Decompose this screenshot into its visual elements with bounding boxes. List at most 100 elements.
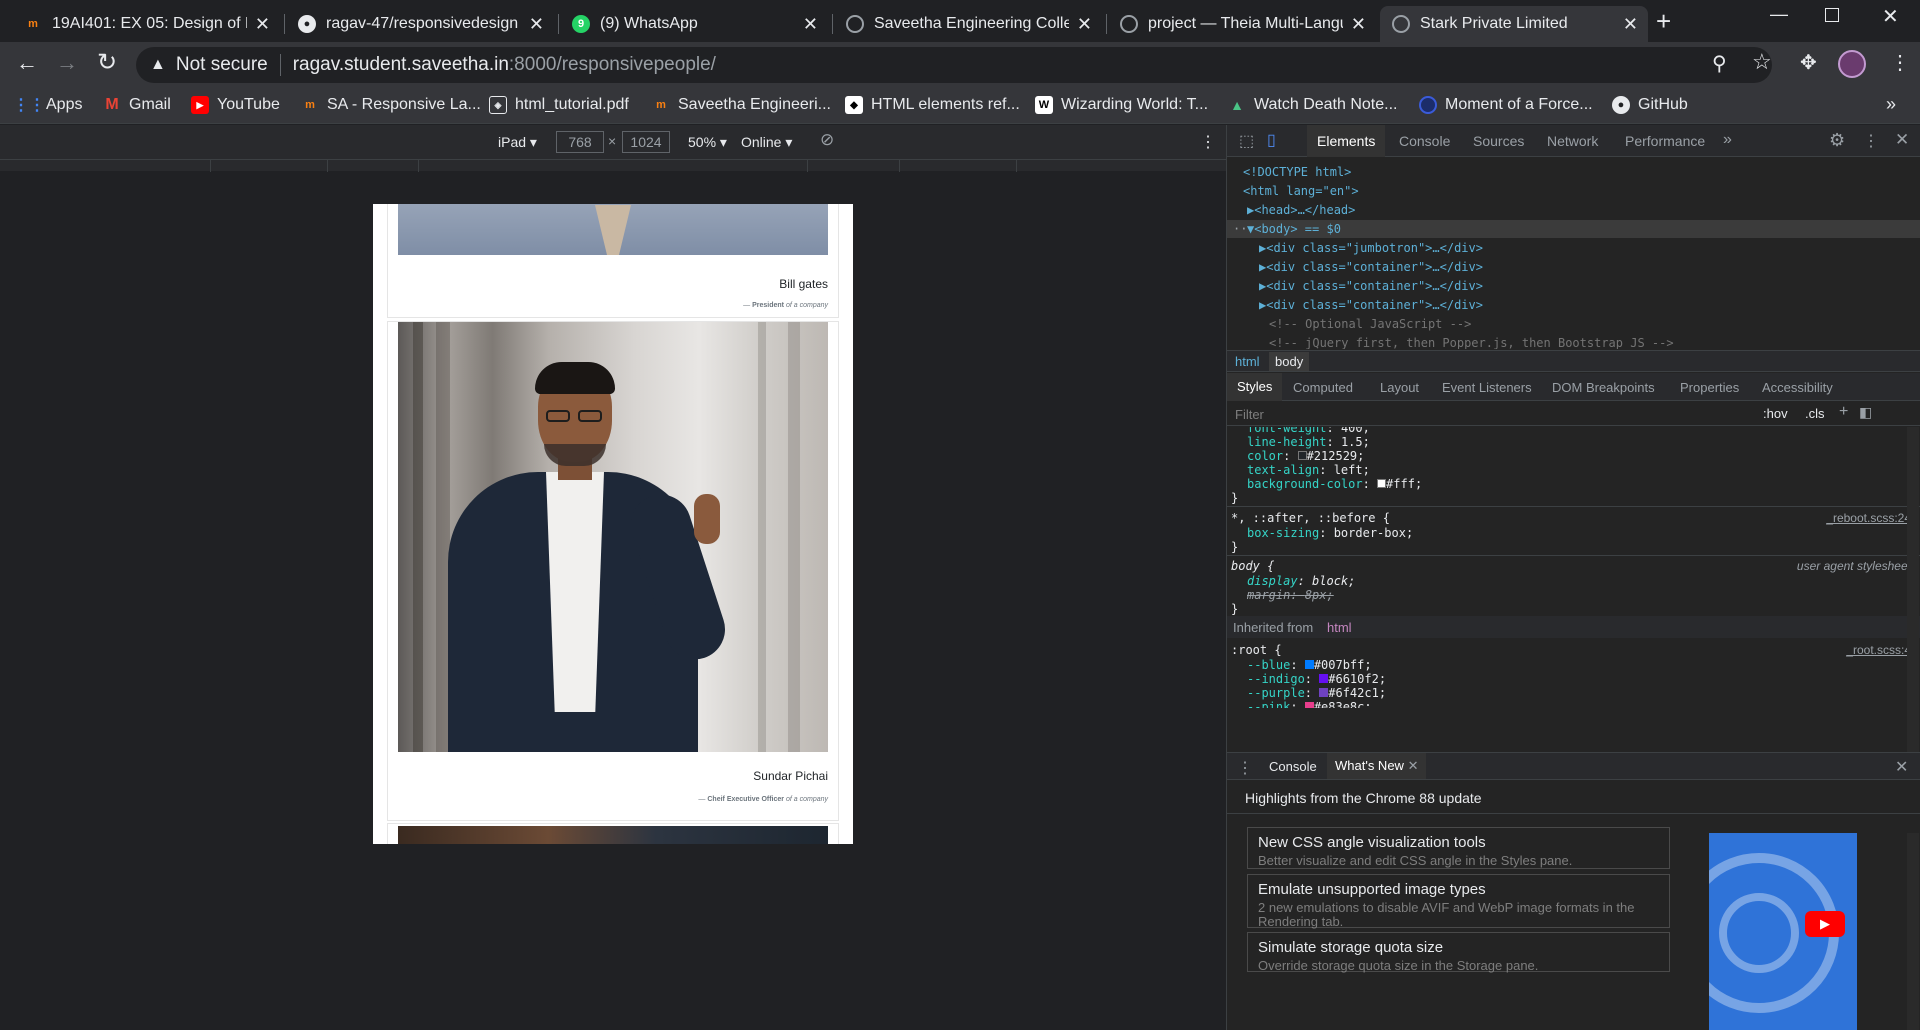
tab-performance[interactable]: Performance: [1615, 125, 1715, 157]
color-swatch[interactable]: [1304, 702, 1314, 708]
bookmark-html-elements[interactable]: ◆ HTML elements ref...: [845, 96, 1020, 114]
cls-toggle[interactable]: .cls: [1805, 406, 1825, 421]
styles-filter-input[interactable]: Filter: [1235, 407, 1264, 422]
settings-gear-icon[interactable]: ⚙: [1829, 130, 1845, 151]
youtube-play-icon[interactable]: ▶: [1805, 911, 1845, 937]
bookmark-html-tutorial[interactable]: ◈ html_tutorial.pdf: [489, 96, 629, 114]
color-swatch[interactable]: [1377, 479, 1387, 488]
bookmark-youtube[interactable]: ▶ YouTube: [191, 96, 280, 114]
tab-console[interactable]: Console: [1389, 125, 1460, 157]
device-more-icon[interactable]: ⋮: [1200, 132, 1216, 152]
dom-line-comment[interactable]: <!-- Optional JavaScript -->: [1269, 317, 1471, 331]
forward-arrow-icon[interactable]: →: [56, 50, 78, 76]
tab-network[interactable]: Network: [1537, 125, 1608, 157]
new-tab-button[interactable]: +: [1656, 6, 1671, 36]
bookmark-moment-of-force[interactable]: Moment of a Force...: [1419, 96, 1593, 114]
window-close-button[interactable]: ✕: [1882, 4, 1899, 29]
style-prop-line[interactable]: box-sizing: border-box;: [1247, 526, 1413, 540]
rule-selector[interactable]: *, ::after, ::before {: [1231, 511, 1390, 525]
dom-line-comment[interactable]: <!-- jQuery first, then Popper.js, then …: [1269, 336, 1674, 349]
devtools-close-icon[interactable]: ✕: [1895, 130, 1909, 150]
close-icon[interactable]: ✕: [255, 14, 270, 35]
dom-line-container[interactable]: ▶<div class="container">…</div>: [1259, 260, 1483, 274]
style-prop-line[interactable]: color: #212529;: [1247, 449, 1364, 463]
news-item[interactable]: Emulate unsupported image types 2 new em…: [1247, 874, 1670, 929]
dom-line-container[interactable]: ▶<div class="container">…</div>: [1259, 298, 1483, 312]
more-tabs-icon[interactable]: »: [1723, 131, 1732, 149]
dom-line-container[interactable]: ▶<div class="container">…</div>: [1259, 279, 1483, 293]
tab-saveetha[interactable]: Saveetha Engineering Colleg ✕: [834, 6, 1102, 42]
chrome-menu-icon[interactable]: ⋮: [1890, 50, 1910, 75]
rotate-icon[interactable]: ⊘: [820, 130, 834, 150]
add-rule-icon[interactable]: +: [1839, 403, 1848, 421]
extensions-puzzle-icon[interactable]: ✥: [1800, 50, 1817, 75]
zoom-icon[interactable]: ⚲: [1712, 51, 1727, 76]
restore-button[interactable]: [1825, 8, 1839, 22]
bookmark-wizarding[interactable]: W Wizarding World: T...: [1035, 96, 1208, 114]
tab-dom-breakpoints[interactable]: DOM Breakpoints: [1552, 380, 1655, 395]
url-host[interactable]: ragav.student.saveetha.in: [293, 54, 509, 76]
style-prop-line[interactable]: --purple: #6f42c1;: [1247, 686, 1386, 700]
bookmark-sa-responsive[interactable]: m SA - Responsive La...: [301, 96, 481, 114]
drawer-scrollbar[interactable]: [1907, 833, 1919, 1030]
style-prop-line[interactable]: --indigo: #6610f2;: [1247, 672, 1386, 686]
tab-moodle[interactable]: m 19AI401: EX 05: Design of Re ✕: [12, 6, 280, 42]
style-prop-line[interactable]: line-height: 1.5;: [1247, 435, 1370, 449]
address-bar[interactable]: ▲ Not secure ragav.student.saveetha.in :…: [136, 47, 1772, 83]
tab-event-listeners[interactable]: Event Listeners: [1442, 380, 1532, 395]
rule-source-link[interactable]: _reboot.scss:24: [1826, 511, 1911, 525]
avatar[interactable]: [1838, 50, 1866, 78]
color-swatch[interactable]: [1319, 674, 1329, 683]
media-query-bar[interactable]: [0, 159, 1226, 172]
close-icon[interactable]: ✕: [1077, 14, 1092, 35]
tab-github[interactable]: ● ragav-47/responsivedesign ✕: [286, 6, 554, 42]
tab-stark[interactable]: Stark Private Limited ✕: [1380, 6, 1648, 42]
tab-styles[interactable]: Styles: [1227, 373, 1283, 401]
network-throttle-select[interactable]: Online ▾: [741, 134, 792, 151]
back-arrow-icon[interactable]: ←: [16, 50, 38, 76]
more-bookmarks-icon[interactable]: »: [1886, 94, 1896, 115]
dom-line-body[interactable]: ▼<body> == $0: [1247, 222, 1341, 236]
news-item[interactable]: New CSS angle visualization tools Better…: [1247, 827, 1670, 869]
style-prop-line[interactable]: display: block;: [1247, 574, 1355, 588]
toggle-sidebar-icon[interactable]: ◧: [1859, 404, 1872, 421]
dom-line-head[interactable]: ▶<head>…</head>: [1247, 203, 1355, 217]
news-item[interactable]: Simulate storage quota size Override sto…: [1247, 932, 1670, 973]
tab-whatsapp[interactable]: 9 (9) WhatsApp ✕: [560, 6, 828, 42]
close-icon[interactable]: ✕: [803, 14, 818, 35]
tab-accessibility[interactable]: Accessibility: [1762, 380, 1833, 395]
color-swatch[interactable]: [1319, 688, 1329, 697]
tab-computed[interactable]: Computed: [1293, 380, 1353, 395]
style-prop-line-overridden[interactable]: margin: 8px;: [1247, 588, 1334, 602]
rule-source-link[interactable]: _root.scss:4: [1846, 643, 1911, 657]
zoom-select[interactable]: 50% ▾: [688, 134, 727, 151]
style-prop-line[interactable]: font-weight: 400;: [1247, 427, 1370, 435]
close-icon[interactable]: ✕: [1408, 758, 1419, 773]
tab-theia[interactable]: project — Theia Multi-Langu ✕: [1108, 6, 1376, 42]
tab-elements[interactable]: Elements: [1307, 125, 1386, 157]
minimize-button[interactable]: —: [1770, 4, 1788, 25]
rule-selector[interactable]: :root {: [1231, 643, 1282, 657]
inherited-tag[interactable]: html: [1327, 620, 1352, 635]
style-prop-line[interactable]: text-align: left;: [1247, 463, 1370, 477]
video-thumbnail[interactable]: ▶: [1709, 833, 1857, 1030]
tab-sources[interactable]: Sources: [1463, 125, 1534, 157]
hov-toggle[interactable]: :hov: [1763, 406, 1788, 421]
device-toggle-icon[interactable]: ▯: [1267, 130, 1276, 150]
drawer-menu-icon[interactable]: ⋮: [1237, 758, 1253, 778]
device-select[interactable]: iPad ▾: [498, 134, 537, 151]
drawer-tab-whats-new[interactable]: What's New ✕: [1327, 753, 1427, 779]
width-input[interactable]: 768: [556, 131, 604, 153]
drawer-close-icon[interactable]: ✕: [1895, 757, 1908, 777]
rule-selector[interactable]: body {: [1231, 559, 1274, 573]
breadcrumb-html[interactable]: html: [1235, 354, 1260, 369]
height-input[interactable]: 1024: [622, 131, 670, 153]
reload-icon[interactable]: ↻: [97, 48, 117, 77]
style-prop-line[interactable]: background-color: #fff;: [1247, 477, 1422, 491]
dom-line-jumbotron[interactable]: ▶<div class="jumbotron">…</div>: [1259, 241, 1483, 255]
dom-line-doctype[interactable]: <!DOCTYPE html>: [1243, 165, 1351, 179]
inspect-element-icon[interactable]: ⬚: [1239, 131, 1254, 151]
bookmark-apps[interactable]: ⋮⋮ Apps: [13, 96, 82, 114]
color-swatch[interactable]: [1304, 660, 1314, 669]
drawer-tab-console[interactable]: Console: [1269, 759, 1317, 774]
